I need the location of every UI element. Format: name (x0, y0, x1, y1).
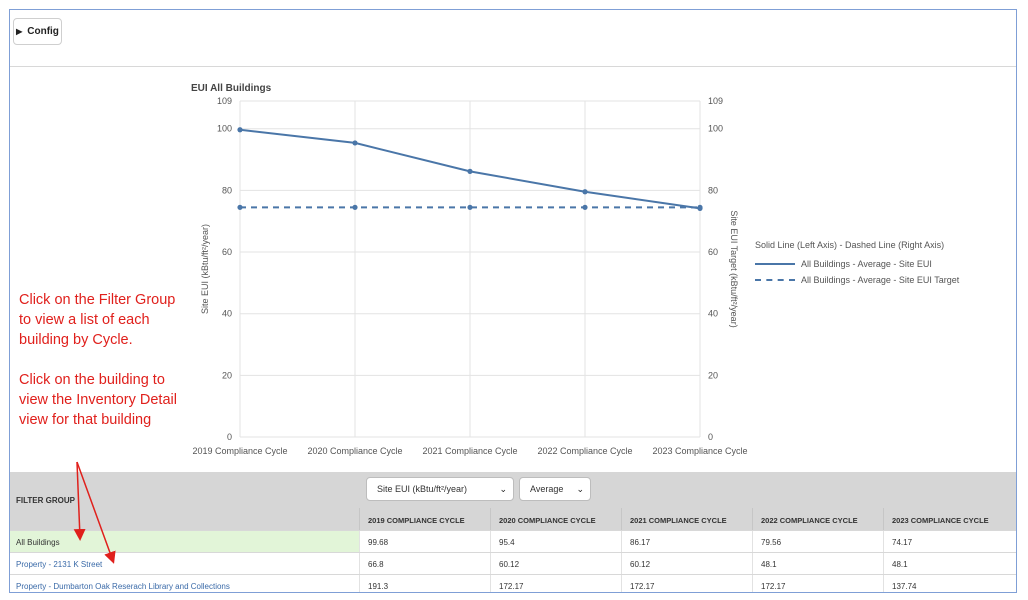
table-cell: 172.17 (490, 575, 621, 592)
y-tick-label: 60 (222, 247, 232, 257)
y-right-tick-label: 20 (708, 370, 718, 380)
metric-select[interactable]: Site EUI (kBtu/ft²/year) ⌄ (366, 477, 514, 501)
table-cell: 60.12 (621, 553, 752, 574)
y-right-tick-label: 100 (708, 124, 723, 134)
property-link[interactable]: Property - Dumbarton Oak Reserach Librar… (10, 575, 359, 592)
x-tick-label: 2019 Compliance Cycle (192, 446, 287, 456)
table-cell: 99.68 (359, 531, 490, 552)
data-point (582, 189, 588, 195)
data-point (697, 204, 703, 210)
table-cell: 60.12 (490, 553, 621, 574)
y-tick-label: 20 (222, 370, 232, 380)
column-header[interactable]: 2023 COMPLIANCE CYCLE (883, 508, 1016, 530)
instruction-annotation: Click on the Filter Group to view a list… (19, 290, 189, 450)
x-tick-label: 2022 Compliance Cycle (537, 446, 632, 456)
table-cell: 172.17 (621, 575, 752, 592)
table-cell: 74.17 (883, 531, 1016, 552)
y-tick-label: 109 (217, 96, 232, 106)
column-header[interactable]: 2021 COMPLIANCE CYCLE (621, 508, 752, 530)
table-cell: 48.1 (883, 553, 1016, 574)
x-tick-label: 2020 Compliance Cycle (307, 446, 402, 456)
x-tick-label: 2023 Compliance Cycle (652, 446, 747, 456)
y-right-tick-label: 60 (708, 247, 718, 257)
data-point (237, 127, 243, 133)
y-tick-label: 100 (217, 124, 232, 134)
dashed-line-swatch (755, 279, 795, 281)
column-header[interactable]: 2022 COMPLIANCE CYCLE (752, 508, 883, 530)
legend-label: All Buildings - Average - Site EUI (801, 259, 932, 269)
table-cell: 48.1 (752, 553, 883, 574)
table-cell: 95.4 (490, 531, 621, 552)
table-cell: 172.17 (752, 575, 883, 592)
table-cell: 86.17 (621, 531, 752, 552)
y-axis-label: Site EUI (kBtu/ft²/year) (200, 224, 210, 314)
column-headers: 2019 COMPLIANCE CYCLE 2020 COMPLIANCE CY… (359, 508, 1016, 530)
column-header[interactable]: 2019 COMPLIANCE CYCLE (359, 508, 490, 530)
y-right-tick-label: 40 (708, 309, 718, 319)
x-tick-label: 2021 Compliance Cycle (422, 446, 517, 456)
aggregation-select-value: Average (530, 484, 564, 494)
data-point (467, 168, 473, 174)
data-point (467, 204, 473, 210)
aggregation-select[interactable]: Average ⌄ (519, 477, 591, 501)
annotation-text-filter-group: Click on the Filter Group to view a list… (19, 292, 176, 348)
data-point (352, 140, 358, 146)
property-link[interactable]: Property - 2131 K Street (10, 553, 359, 574)
table-cell: 137.74 (883, 575, 1016, 592)
legend-title: Solid Line (Left Axis) - Dashed Line (Ri… (755, 240, 945, 250)
y-right-tick-label: 109 (708, 96, 723, 106)
table-row[interactable]: Property - 2131 K Street 66.8 60.12 60.1… (10, 552, 1016, 574)
data-point (352, 204, 358, 210)
metric-select-value: Site EUI (kBtu/ft²/year) (377, 484, 468, 494)
y-tick-label: 80 (222, 185, 232, 195)
y-tick-label: 0 (227, 432, 232, 442)
column-header[interactable]: 2020 COMPLIANCE CYCLE (490, 508, 621, 530)
filter-group-header: FILTER GROUP (16, 496, 75, 505)
y-tick-label: 40 (222, 309, 232, 319)
solid-line-swatch (755, 263, 795, 265)
table-cell: 191.3 (359, 575, 490, 592)
chart-legend: Solid Line (Left Axis) - Dashed Line (Ri… (755, 240, 959, 288)
y-right-tick-label: 0 (708, 432, 713, 442)
data-point (237, 204, 243, 210)
legend-item-site-eui[interactable]: All Buildings - Average - Site EUI (755, 256, 959, 272)
filter-group-name[interactable]: All Buildings (10, 531, 359, 552)
chevron-down-icon: ⌄ (576, 483, 584, 494)
table-header: FILTER GROUP Site EUI (kBtu/ft²/year) ⌄ … (10, 472, 1016, 530)
table-row[interactable]: All Buildings 99.68 95.4 86.17 79.56 74.… (10, 530, 1016, 552)
y-right-tick-label: 80 (708, 185, 718, 195)
data-point (582, 204, 588, 210)
table-row[interactable]: Property - Dumbarton Oak Reserach Librar… (10, 574, 1016, 592)
report-panel: ▶ Config EUI All Buildings 0 0 20 20 40 40 60 6… (9, 9, 1017, 593)
table-cell: 66.8 (359, 553, 490, 574)
annotation-text-building: Click on the building to view the Invent… (19, 372, 177, 428)
legend-item-site-eui-target[interactable]: All Buildings - Average - Site EUI Targe… (755, 272, 959, 288)
table-cell: 79.56 (752, 531, 883, 552)
legend-label: All Buildings - Average - Site EUI Targe… (801, 275, 960, 285)
chevron-down-icon: ⌄ (499, 483, 507, 494)
y-right-axis-label: Site EUI Target (kBtu/ft²/year) (729, 210, 739, 327)
